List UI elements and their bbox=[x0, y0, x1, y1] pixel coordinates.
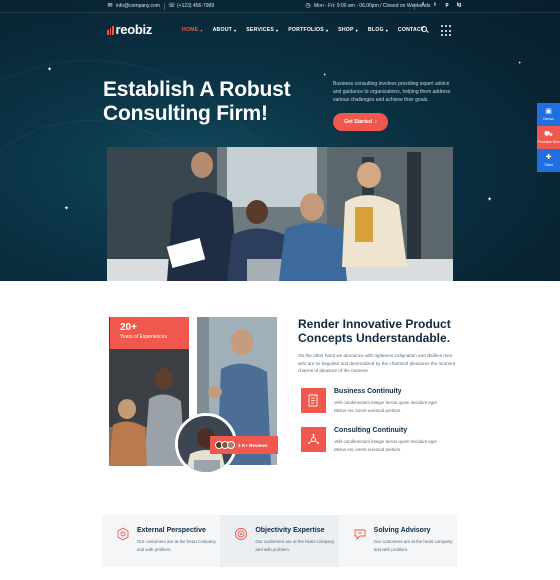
team-illustration bbox=[107, 147, 453, 281]
side-widget: ▣ Demos ⛟ Purchase Now ✚ Ticket bbox=[537, 103, 560, 172]
purchase-now-button[interactable]: ⛟ Purchase Now bbox=[537, 126, 560, 149]
pinterest-icon[interactable]: p bbox=[444, 2, 450, 8]
email-text: info@company.com bbox=[116, 3, 160, 9]
topbar-hours: ◷ Mon - Fri: 9:00 am - 06.00pm / Closed … bbox=[305, 0, 430, 12]
clock-icon: ◷ bbox=[305, 2, 311, 9]
experience-number: 20+ bbox=[120, 322, 137, 333]
card-title: Solving Advisory bbox=[373, 527, 431, 534]
sparkle-icon: ✦ bbox=[47, 67, 53, 73]
hours-text: Mon - Fri: 9:00 am - 06.00pm / Closed on… bbox=[314, 3, 431, 9]
demos-button[interactable]: ▣ Demos bbox=[537, 103, 560, 126]
card-external-perspective[interactable]: External Perspective Our customers are a… bbox=[102, 515, 221, 567]
logo-mark-icon bbox=[107, 26, 114, 35]
about-description: On the other hand we denounce with right… bbox=[298, 353, 456, 373]
cart-icon: ⛟ bbox=[544, 131, 553, 138]
sparkle-icon: ✦ bbox=[323, 72, 327, 77]
chevron-down-icon: ▾ bbox=[355, 27, 358, 33]
reviews-count: 2 K+ Reviews bbox=[238, 442, 268, 448]
nav-item-blog[interactable]: BLOG ▾ bbox=[368, 27, 388, 33]
sparkle-icon: ✦ bbox=[64, 206, 70, 212]
nav-item-about[interactable]: ABOUT ▾ bbox=[213, 27, 237, 33]
reviews-badge: 2 K+ Reviews bbox=[210, 436, 278, 454]
get-started-button[interactable]: Get Started › bbox=[333, 113, 388, 131]
feature-text: Velit condimentum integer lectus quam ti… bbox=[334, 400, 437, 413]
topbar-phone[interactable]: ☏ (+123) 456-7989 bbox=[168, 0, 214, 12]
facebook-icon[interactable]: f bbox=[420, 2, 426, 8]
logo-text: reobiz bbox=[115, 22, 153, 37]
card-objectivity-expertise[interactable]: Objectivity Expertise Our customers are … bbox=[220, 515, 339, 567]
feature-text: Velit condimentum integer lectus quam ti… bbox=[334, 439, 437, 452]
menu-grid-icon[interactable] bbox=[441, 25, 453, 37]
sparkle-icon: ✦ bbox=[487, 197, 493, 203]
search-icon[interactable] bbox=[421, 26, 429, 34]
avatar bbox=[227, 441, 235, 449]
ticket-button[interactable]: ✚ Ticket bbox=[537, 149, 560, 172]
twitter-icon[interactable]: t bbox=[432, 2, 438, 8]
hero-description: Business consulting involves providing e… bbox=[333, 81, 451, 103]
sparkle-icon: ✦ bbox=[518, 60, 522, 65]
chevron-down-icon: ▾ bbox=[200, 27, 203, 33]
advisory-icon bbox=[354, 529, 366, 541]
social-links: f t p ig bbox=[420, 2, 462, 8]
chevron-down-icon: ▾ bbox=[234, 27, 237, 33]
feature-cards: External Perspective Our customers are a… bbox=[102, 515, 457, 567]
card-title: External Perspective bbox=[137, 527, 206, 534]
about-title: Render Innovative Product Concepts Under… bbox=[298, 317, 451, 345]
chevron-down-icon: ▾ bbox=[385, 27, 388, 33]
divider bbox=[164, 3, 165, 10]
feature-title: Consulting Continuity bbox=[334, 427, 408, 434]
card-text: Our customers are at the heart company a… bbox=[255, 539, 335, 552]
feature-title: Business Continuity bbox=[334, 388, 402, 395]
main-nav: HOME ▾ ABOUT ▾ SERVICES ▾ PORTFOLIOS ▾ SHOP ▾… bbox=[182, 27, 424, 33]
card-title: Objectivity Expertise bbox=[255, 527, 325, 534]
hero-section: ✉ info@company.com ☏ (+123) 456-7989 ◷ M… bbox=[0, 0, 560, 281]
top-bar: ✉ info@company.com ☏ (+123) 456-7989 ◷ M… bbox=[0, 0, 560, 13]
logo[interactable]: reobiz bbox=[107, 22, 153, 37]
phone-text: (+123) 456-7989 bbox=[177, 3, 215, 9]
nav-item-shop[interactable]: SHOP ▾ bbox=[338, 27, 358, 33]
nav-item-services[interactable]: SERVICES ▾ bbox=[246, 27, 278, 33]
hero-title: Establish A Robust Consulting Firm! bbox=[103, 78, 291, 125]
demos-icon: ▣ bbox=[545, 108, 552, 115]
experience-label: Years of Experiences bbox=[120, 334, 168, 340]
chevron-down-icon: ▾ bbox=[325, 27, 329, 33]
experience-badge: 20+ Years of Experiences bbox=[110, 317, 189, 349]
document-icon bbox=[301, 388, 326, 413]
divider bbox=[414, 3, 415, 10]
network-icon bbox=[301, 427, 326, 452]
support-icon: ✚ bbox=[545, 154, 552, 161]
nav-item-portfolios[interactable]: PORTFOLIOS ▾ bbox=[288, 27, 328, 33]
chevron-down-icon: ▾ bbox=[276, 27, 279, 33]
nav-item-home[interactable]: HOME ▾ bbox=[182, 27, 203, 33]
topbar-email[interactable]: ✉ info@company.com bbox=[107, 0, 160, 12]
reviewer-avatars bbox=[215, 441, 235, 449]
card-text: Our customers are at the heart company a… bbox=[137, 539, 216, 552]
hero-team-photo bbox=[107, 147, 453, 281]
target-icon bbox=[235, 528, 248, 540]
perspective-icon bbox=[117, 527, 129, 541]
arrow-right-icon: › bbox=[375, 119, 377, 125]
phone-icon: ☏ bbox=[168, 2, 176, 9]
card-solving-advisory[interactable]: Solving Advisory Our customers are at th… bbox=[338, 515, 457, 567]
instagram-icon[interactable]: ig bbox=[456, 2, 462, 8]
mail-icon: ✉ bbox=[107, 2, 113, 9]
card-text: Our customers are at the heart company a… bbox=[373, 539, 453, 552]
